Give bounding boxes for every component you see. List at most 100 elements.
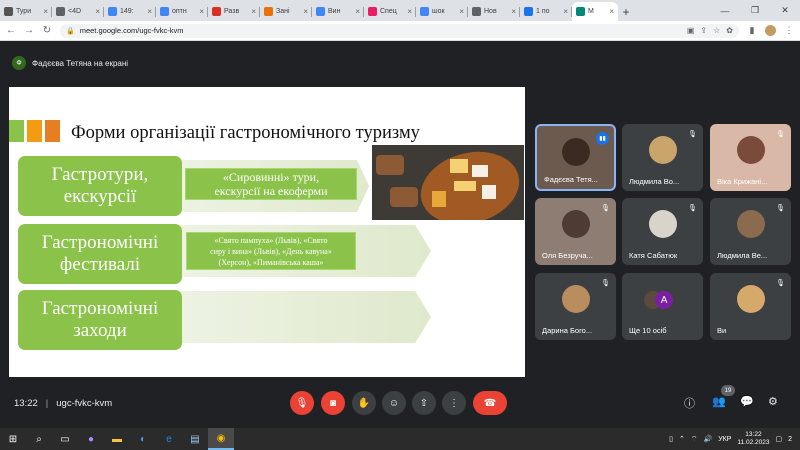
tab-favicon-icon	[264, 7, 273, 16]
phone-link-icon[interactable]: ▯	[669, 435, 673, 443]
browser-tab[interactable]: Тури ×	[0, 2, 52, 21]
extension-icon[interactable]: ✿	[726, 26, 733, 35]
browser-tab[interactable]: Спец ×	[364, 2, 416, 21]
minimize-button[interactable]: —	[710, 6, 740, 16]
volume-icon[interactable]: 🔊	[703, 435, 712, 443]
decor-bar-orange	[27, 120, 42, 142]
slide-box-gastrotours: Гастротури, екскурсії	[18, 156, 182, 216]
tab-close-icon[interactable]: ×	[43, 7, 48, 16]
lock-icon: 🔒	[66, 27, 75, 35]
tab-close-icon[interactable]: ×	[199, 7, 204, 16]
participant-avatar	[648, 210, 677, 238]
mic-muted-icon: 🎙	[776, 131, 785, 138]
shared-slide: Форми організації гастрономічного туризм…	[9, 87, 525, 377]
new-tab-button[interactable]: +	[618, 2, 634, 21]
emoji-button[interactable]: ☺	[382, 391, 406, 415]
tab-close-icon[interactable]: ×	[147, 7, 152, 16]
clock-time: 13:22	[745, 431, 762, 438]
tab-label: Разв	[224, 8, 240, 15]
clock-date: 11.02.2023	[737, 439, 770, 446]
more-options-icon[interactable]: ⋮	[442, 391, 466, 415]
participant-tile[interactable]: Віка Крижані... 🎙	[710, 124, 791, 191]
participant-tile[interactable]: Фадєєва Тетя... ▮▮	[535, 124, 616, 191]
cortana-icon[interactable]: ●	[78, 428, 104, 450]
tab-close-icon[interactable]: ×	[609, 7, 614, 16]
people-icon[interactable]: 👥	[712, 395, 726, 408]
browser-tab[interactable]: M ×	[572, 2, 618, 21]
browser-tab[interactable]: Нов ×	[468, 2, 520, 21]
participant-tile[interactable]: Дарина Бого... 🎙	[535, 273, 616, 340]
mic-off-button[interactable]: 🎙	[290, 391, 314, 415]
activities-icon[interactable]: ⚙	[768, 395, 778, 408]
participant-name: Людмила Ве...	[717, 251, 768, 260]
participant-tile[interactable]: Оля Безручa... 🎙	[535, 198, 616, 265]
slide-note-festivals: «Свято пампуха» (Львів), «Свято сиру і в…	[186, 232, 356, 270]
tab-favicon-icon	[4, 7, 13, 16]
profile-avatar[interactable]	[765, 25, 776, 36]
tab-close-icon[interactable]: ×	[511, 7, 516, 16]
forward-icon[interactable]: →	[24, 25, 34, 36]
chat-icon[interactable]: 💬	[740, 395, 754, 408]
tab-close-icon[interactable]: ×	[251, 7, 256, 16]
browser-tab[interactable]: шок ×	[416, 2, 468, 21]
participant-tile[interactable]: Людмила Во... 🎙	[622, 124, 703, 191]
tab-label: Зані	[276, 8, 290, 15]
network-icon[interactable]: ⌔	[691, 435, 698, 444]
address-bar[interactable]: 🔒 meet.google.com/ugc-fvkc-kvm ▣ ⇪ ☆ ✿	[60, 23, 739, 38]
end-call-button[interactable]: ☎	[473, 391, 507, 415]
chrome-icon[interactable]: ◉	[208, 428, 234, 450]
windows-start-icon[interactable]: ⊞	[0, 428, 26, 450]
camera-indicator-icon[interactable]: ▣	[687, 26, 695, 35]
participant-tile[interactable]: A Ще 10 осіб	[622, 273, 703, 340]
tab-close-icon[interactable]: ×	[303, 7, 308, 16]
edge-icon[interactable]: ◐	[130, 428, 156, 450]
participant-name: Дарина Бого...	[542, 326, 593, 335]
notification-icon[interactable]: ▢	[775, 435, 782, 443]
url-text: meet.google.com/ugc-fvkc-kvm	[79, 26, 184, 35]
meeting-code[interactable]: ugc-fvkc-kvm	[56, 398, 112, 409]
taskbar-clock[interactable]: 13:22 11.02.2023	[737, 431, 769, 447]
tab-close-icon[interactable]: ×	[407, 7, 412, 16]
camera-off-button[interactable]: ◙	[321, 391, 345, 415]
close-window-button[interactable]: ✕	[770, 5, 800, 16]
slide-note-gastrotours: «Сировинні» тури, екскурсії на екоферми	[185, 168, 357, 200]
tab-close-icon[interactable]: ×	[563, 7, 568, 16]
store-icon[interactable]: ▤	[182, 428, 208, 450]
browser-tab[interactable]: Вин ×	[312, 2, 364, 21]
file-explorer-icon[interactable]: ▬	[104, 428, 130, 450]
tab-close-icon[interactable]: ×	[95, 7, 100, 16]
language-indicator[interactable]: УКР	[718, 436, 731, 443]
browser-tab-strip: Тури × <4D × 149: × оптн × Разв × Зані × Вин × Спец × шо…	[0, 0, 800, 21]
participant-tile[interactable]: Катя Сабатюк 🎙	[622, 198, 703, 265]
tab-close-icon[interactable]: ×	[355, 7, 360, 16]
task-view-icon[interactable]: ▭	[52, 428, 78, 450]
maximize-button[interactable]: ❐	[740, 5, 770, 16]
back-icon[interactable]: ←	[6, 25, 16, 36]
participant-tile[interactable]: Людмила Ве... 🎙	[710, 198, 791, 265]
browser-tab[interactable]: Зані ×	[260, 2, 312, 21]
participant-avatar: A	[655, 291, 674, 309]
participant-tile[interactable]: Ви 🎙	[710, 273, 791, 340]
browser-toolbar: ← → ↻ 🔒 meet.google.com/ugc-fvkc-kvm ▣ ⇪…	[0, 21, 800, 41]
present-button[interactable]: ⇧	[412, 391, 436, 415]
share-icon[interactable]: ⇪	[700, 26, 707, 35]
tab-close-icon[interactable]: ×	[459, 7, 464, 16]
raise-hand-button[interactable]: ✋	[352, 391, 376, 415]
sidebar-icon[interactable]: ▮	[747, 25, 757, 36]
mic-muted-icon: 🎙	[688, 131, 697, 138]
search-icon[interactable]: ⌕	[26, 428, 52, 450]
browser-tab[interactable]: <4D ×	[52, 2, 104, 21]
chevron-up-icon[interactable]: ⌃	[679, 435, 685, 443]
decor-bar-green	[9, 120, 24, 142]
reload-icon[interactable]: ↻	[42, 25, 52, 36]
browser-tab[interactable]: оптн ×	[156, 2, 208, 21]
mic-muted-icon: 🎙	[776, 205, 785, 212]
browser-tab[interactable]: Разв ×	[208, 2, 260, 21]
browser-tab[interactable]: 149: ×	[104, 2, 156, 21]
edge-legacy-icon[interactable]: e	[156, 428, 182, 450]
menu-kebab-icon[interactable]: ⋮	[784, 25, 794, 36]
bookmark-star-icon[interactable]: ☆	[713, 26, 720, 35]
tab-label: <4D	[68, 8, 82, 15]
browser-tab[interactable]: 1 по ×	[520, 2, 572, 21]
meeting-details-icon[interactable]: ⓘ	[684, 395, 695, 411]
